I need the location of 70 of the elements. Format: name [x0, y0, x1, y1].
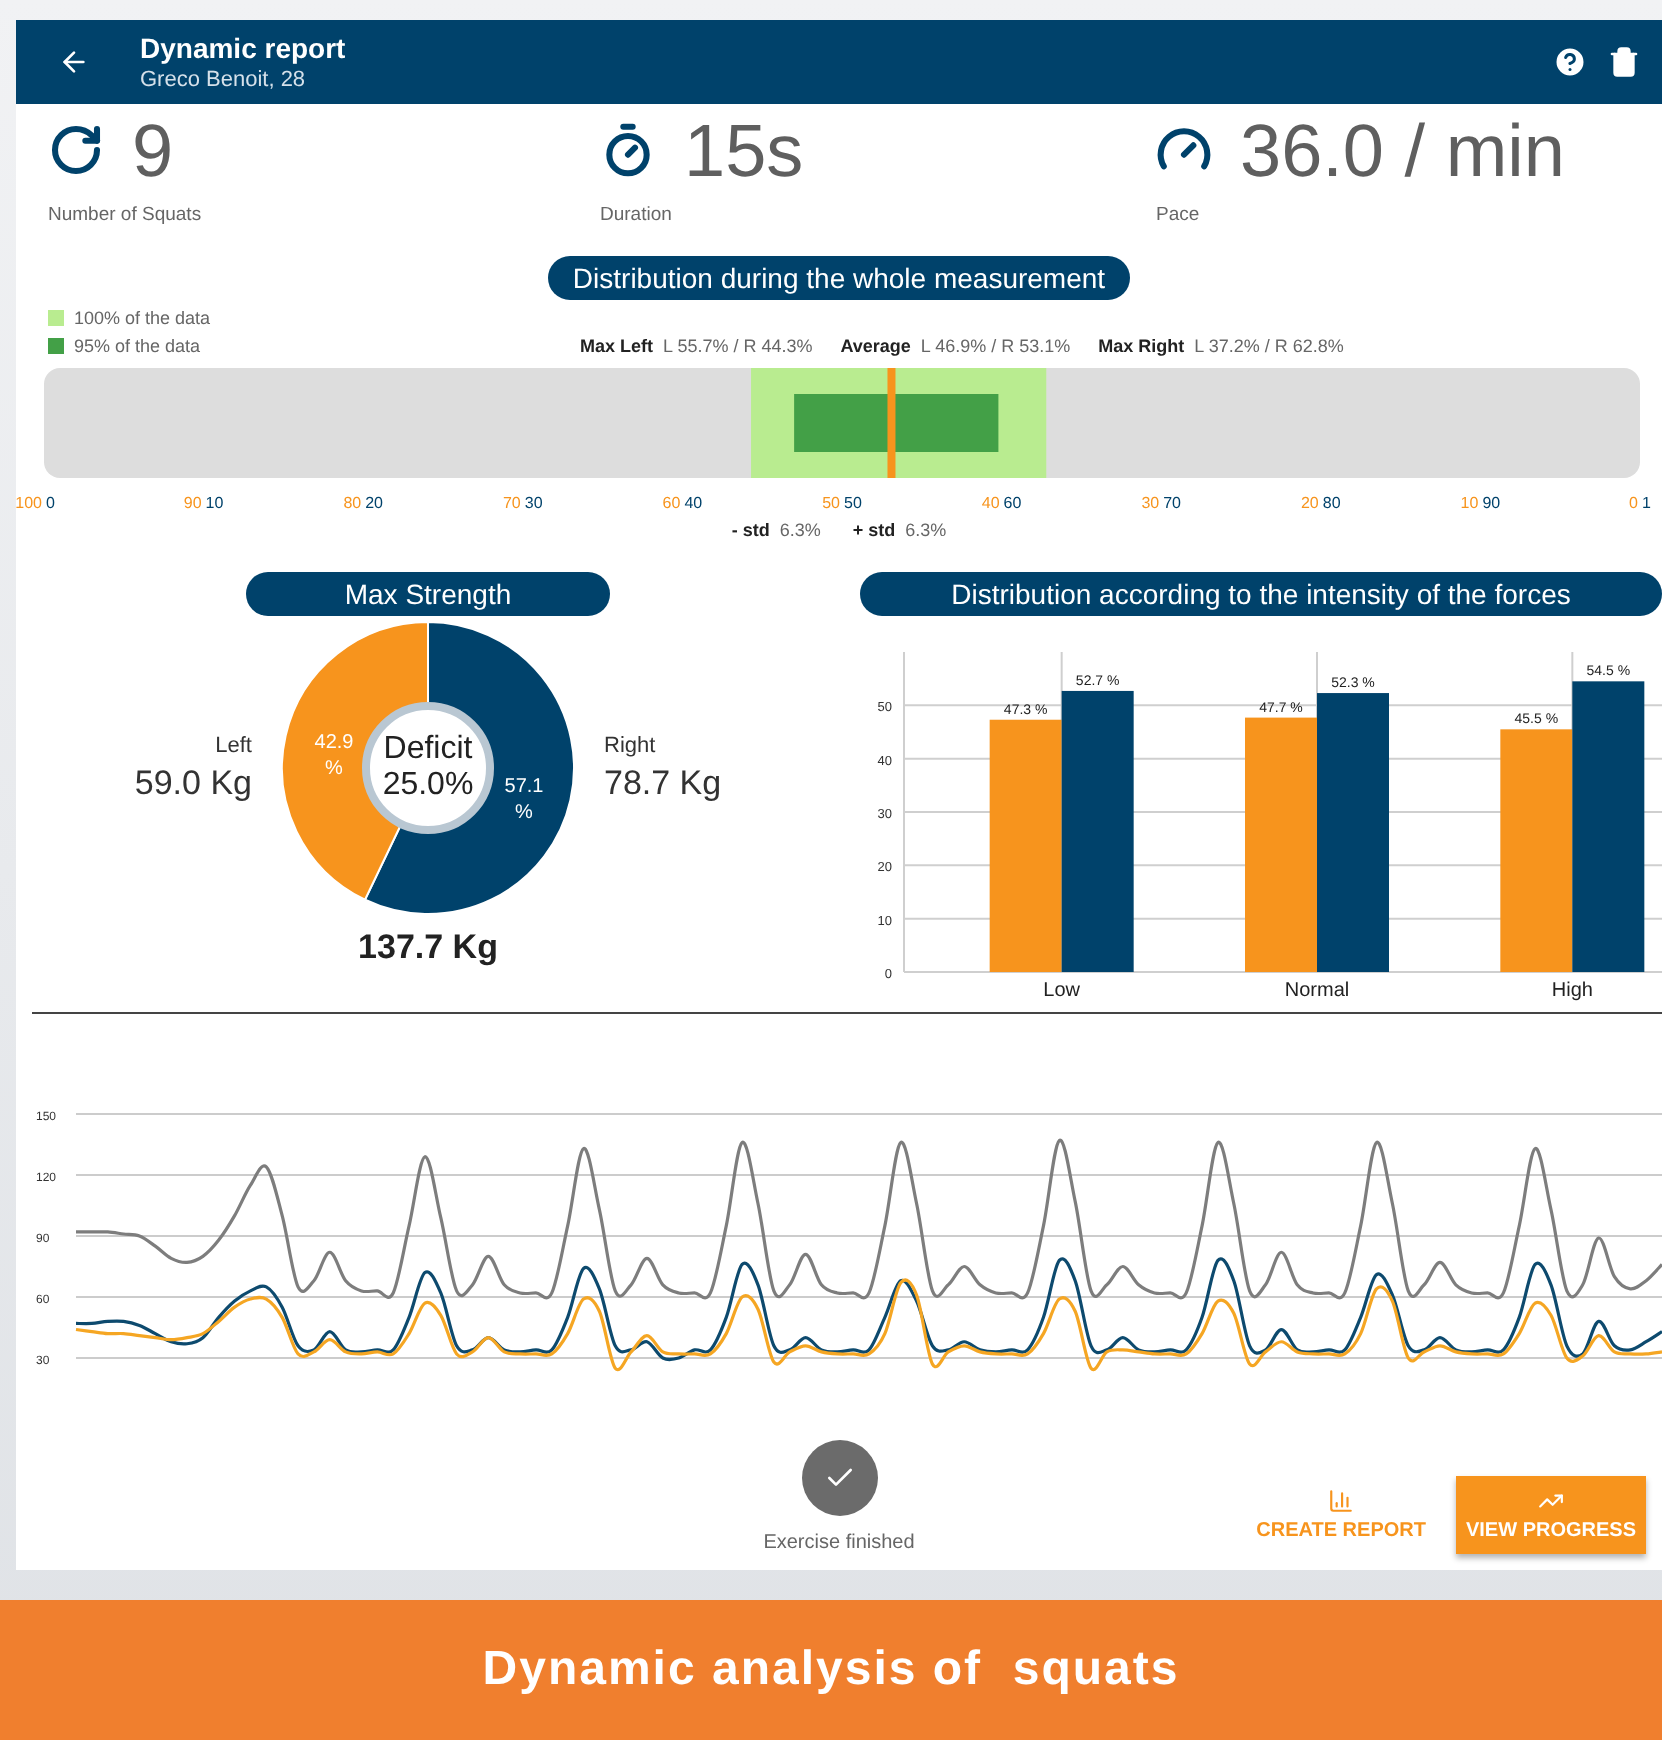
summary-label: Max Right — [1098, 336, 1185, 356]
std-label: + std — [852, 520, 896, 540]
patient-subtitle: Greco Benoit, 28 — [140, 68, 308, 92]
scale-label: 0 — [1629, 494, 1638, 512]
average-marker — [887, 368, 896, 478]
summary-value: L 55.7% / R 44.3% — [663, 336, 813, 356]
finished-check-icon — [801, 1440, 877, 1516]
summary-value: L 46.9% / R 53.1% — [920, 336, 1071, 356]
total-strength: 137.7 Kg — [358, 928, 498, 968]
left-label: Left — [215, 733, 252, 757]
section-title: Max Strength — [246, 572, 610, 616]
help-button[interactable] — [1552, 44, 1588, 80]
right-label: Right — [604, 733, 656, 757]
right-value: 78.7 Kg — [604, 763, 722, 803]
deficit-label: Deficit — [383, 732, 473, 768]
stopwatch-icon — [600, 122, 656, 178]
scale-label: 90 — [1482, 494, 1501, 512]
status-text: Exercise finished — [763, 1532, 915, 1554]
scale-label: 40 — [981, 494, 1000, 512]
section-title: Distribution according to the intensity of the forces — [860, 572, 1662, 616]
create-report-button[interactable]: CREATE REPORT — [1246, 1476, 1436, 1554]
scale-label: 50 — [822, 494, 840, 512]
slice-label: 42.9 % — [312, 730, 356, 782]
summary-label: Average — [840, 336, 911, 356]
scale-label: 30 — [524, 494, 543, 512]
section-title: Distribution during the whole measurement — [548, 256, 1130, 300]
scale-label: 60 — [662, 494, 681, 512]
scale-label: 0 — [46, 494, 55, 512]
category-label: Normal — [1284, 980, 1350, 1002]
scale-label: 80 — [1322, 494, 1341, 512]
slice-label: 57.1 % — [502, 774, 546, 826]
scale-label: 50 — [844, 494, 862, 512]
scale-label: 30 — [1141, 494, 1160, 512]
back-button[interactable] — [58, 46, 90, 78]
banner-text: Dynamic analysis of squats — [482, 1642, 1180, 1698]
scale-label: 10 — [1460, 494, 1479, 512]
legend-label: 95% of the data — [74, 336, 201, 356]
scale-label: 40 — [684, 494, 703, 512]
summary-value: L 37.2% / R 62.8% — [1194, 336, 1344, 356]
stat-label: Duration — [600, 204, 674, 226]
delete-button[interactable] — [1608, 46, 1640, 78]
std-value: 6.3% — [779, 520, 821, 540]
repeat-icon — [48, 122, 104, 178]
left-value: 59.0 Kg — [134, 763, 252, 803]
scale-label: 20 — [365, 494, 383, 512]
scale-label: 10 — [205, 494, 224, 512]
scale-label: 70 — [503, 494, 521, 512]
std-label: - std — [731, 520, 770, 540]
scale-label: 20 — [1301, 494, 1319, 512]
stat-value: 9 — [132, 113, 174, 187]
donut-inner-ring — [362, 702, 494, 834]
scale-label: 60 — [1003, 494, 1022, 512]
deficit-value: 25.0% — [382, 768, 474, 804]
stat-value: 36.0 / min — [1240, 113, 1565, 187]
bar-chart-icon — [1328, 1488, 1355, 1514]
stat-label: Number of Squats — [48, 204, 204, 226]
stat-label: Pace — [1156, 204, 1202, 226]
report-title: Dynamic report — [140, 32, 348, 64]
category-label: High — [1551, 980, 1593, 1002]
summary-label: Max Left — [580, 336, 654, 356]
legend-label: 100% of the data — [74, 308, 211, 328]
std-value: 6.3% — [905, 520, 947, 540]
category-label: Low — [1043, 980, 1081, 1002]
scale-label: 1 — [1642, 494, 1651, 512]
view-progress-button[interactable]: VIEW PROGRESS — [1455, 1476, 1646, 1554]
scale-label: 80 — [343, 494, 362, 512]
scale-label: 70 — [1163, 494, 1181, 512]
stat-value: 15s — [684, 113, 804, 187]
scale-label: 100 — [16, 494, 42, 512]
scale-label: 90 — [183, 494, 202, 512]
